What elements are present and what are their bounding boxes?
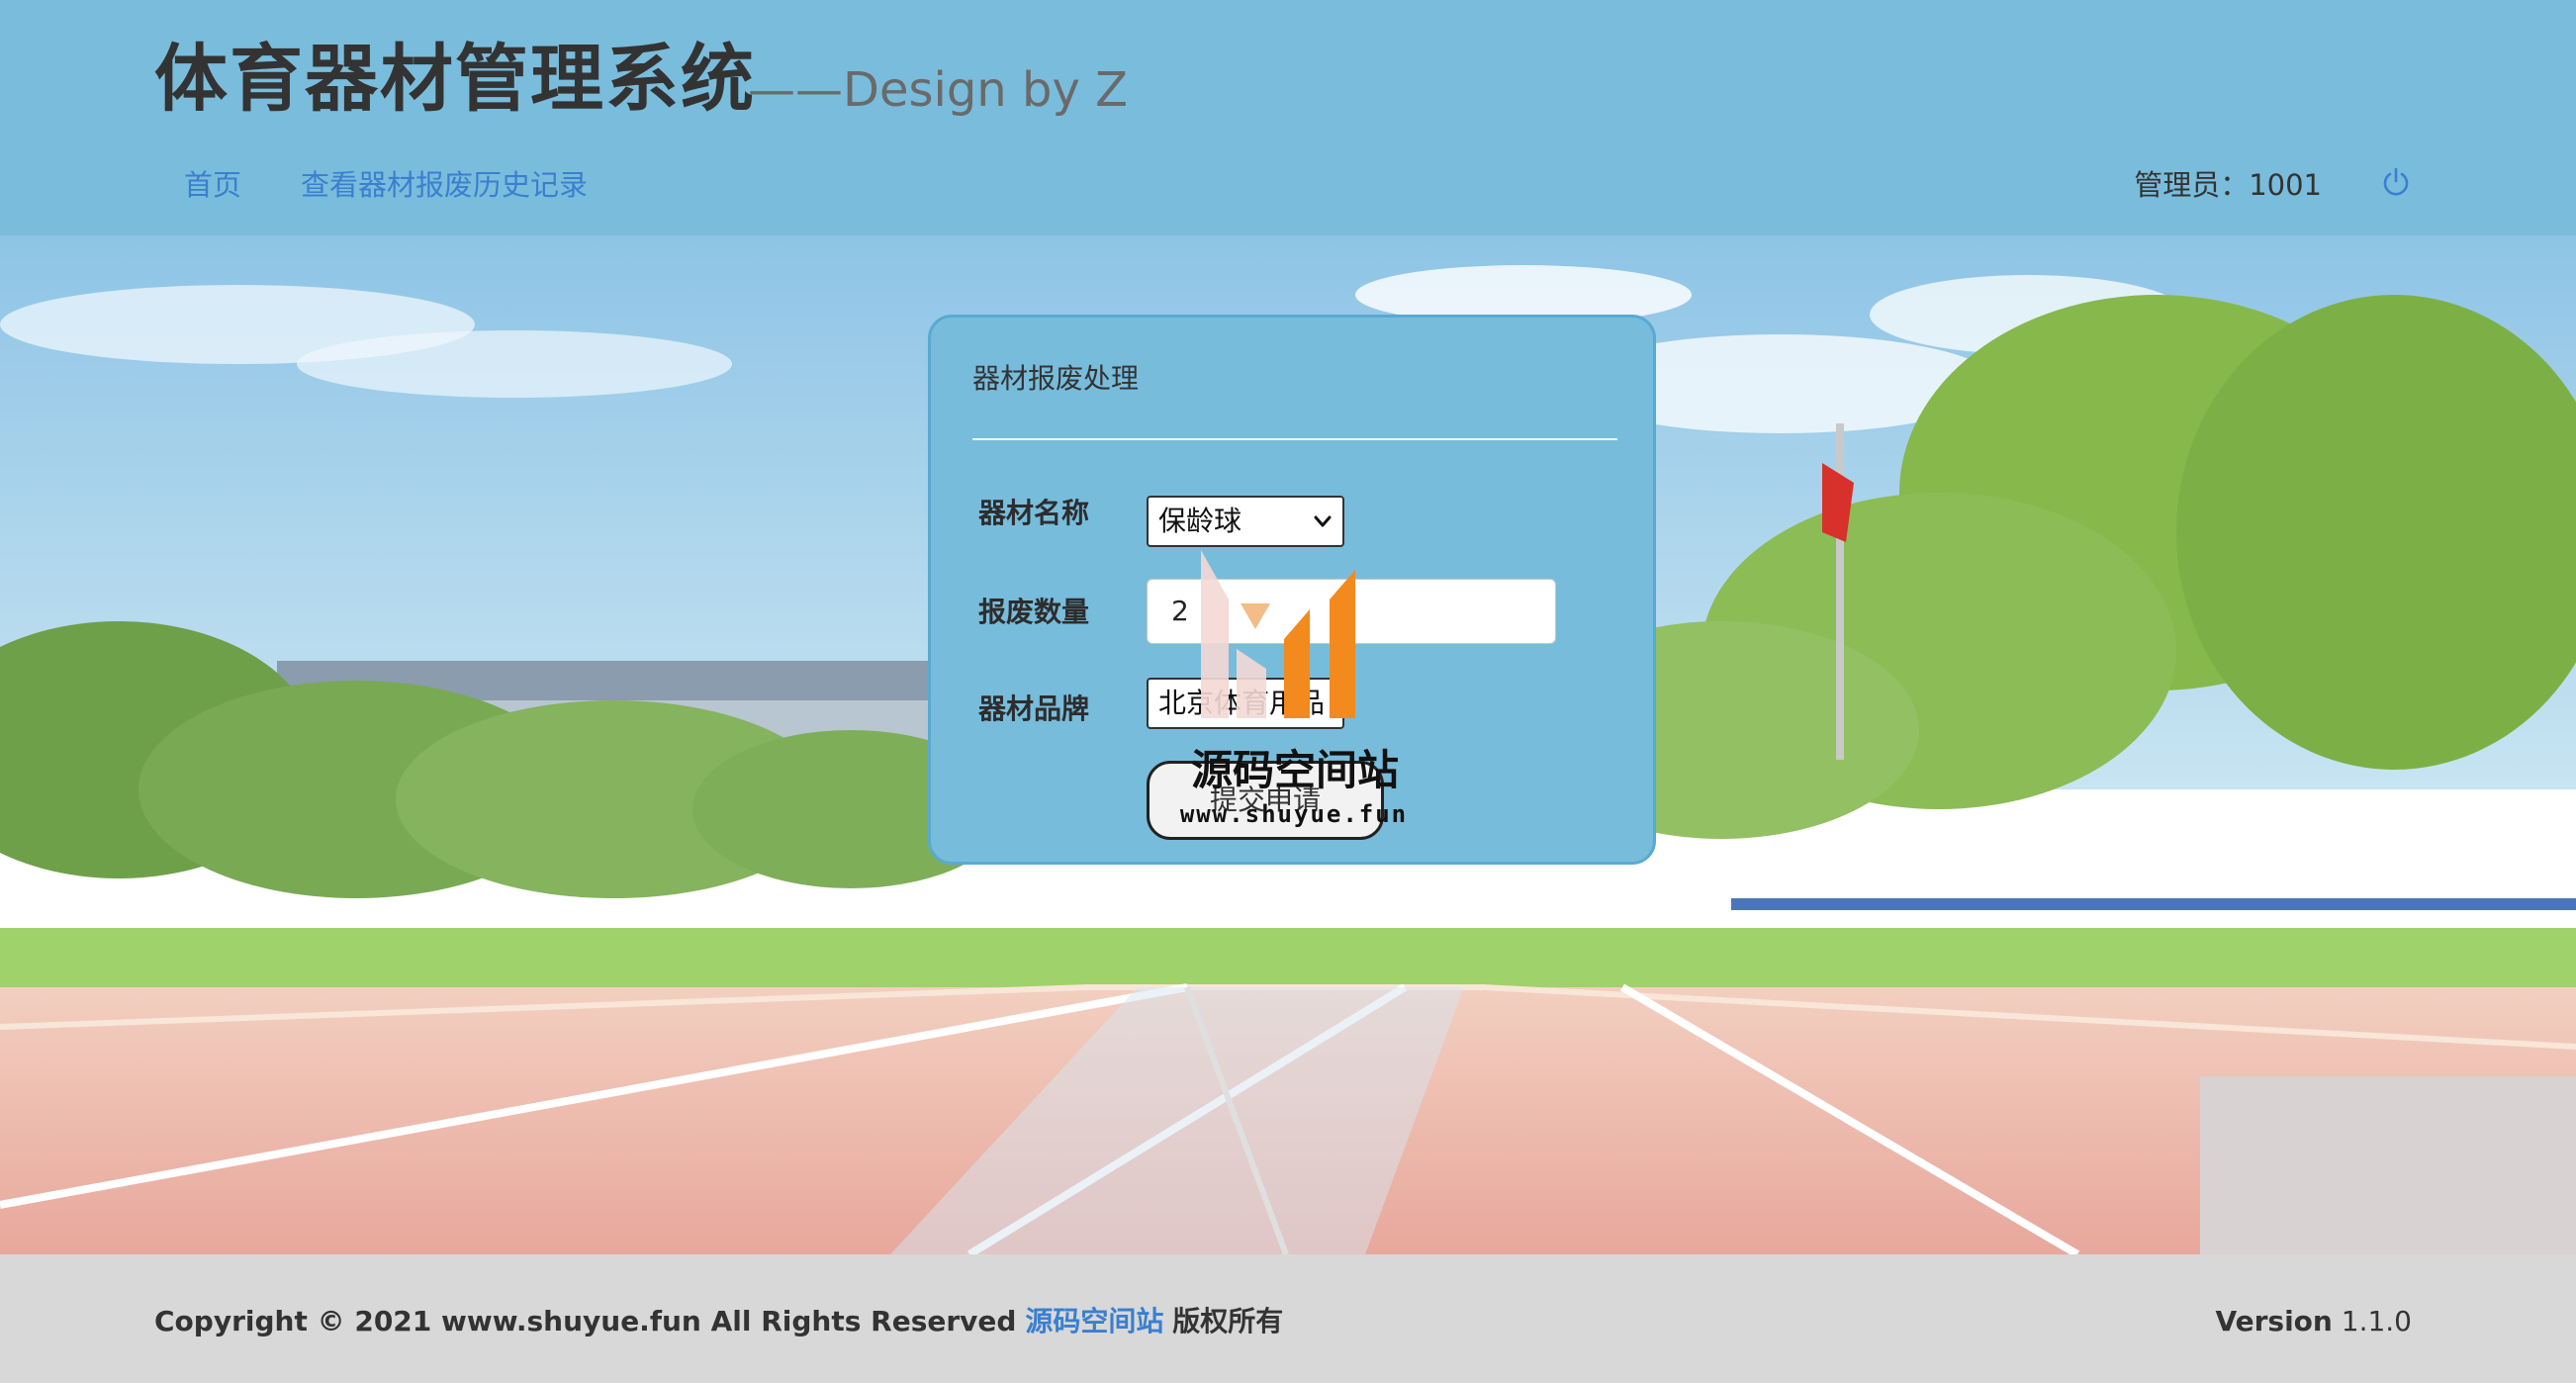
scrap-quantity-input[interactable]: 2 [1147,579,1556,644]
version-block: Version 1.1.0 [2215,1302,2412,1341]
footer-copyright-block: Copyright © 2021 www.shuyue.fun All Righ… [154,1302,1283,1341]
equipment-brand-label: 器材品牌 [978,692,1090,725]
footer-site-link[interactable]: 源码空间站 [1025,1305,1163,1337]
panel-title: 器材报废处理 [972,362,1140,395]
header: 体育器材管理系统 ——Design by Z 首页 查看器材报废历史记录 管理员… [0,0,2576,235]
nav-scrap-history-link[interactable]: 查看器材报废历史记录 [301,160,588,210]
equipment-name-select[interactable]: 保龄球 [1147,496,1344,547]
scrap-form-panel: 器材报废处理 器材名称 保龄球 报废数量 2 器材品牌 北京体育用品 提交申请 [928,315,1656,865]
equipment-name-label: 器材名称 [978,497,1090,529]
panel-divider [972,438,1617,440]
copyright-text: Copyright © 2021 www.shuyue.fun All Righ… [154,1305,1017,1337]
power-icon[interactable] [2380,166,2412,198]
rights-text: 版权所有 [1172,1305,1284,1337]
app-title: 体育器材管理系统 [154,37,756,122]
version-value: 1.1.0 [2341,1305,2412,1337]
chevron-down-icon [1314,515,1332,527]
version-label: Version [2215,1305,2333,1337]
equipment-brand-input[interactable]: 北京体育用品 [1147,678,1344,729]
nav-home-link[interactable]: 首页 [184,160,241,210]
admin-label: 管理员：1001 [2134,168,2322,202]
scrap-quantity-label: 报废数量 [978,596,1090,628]
footer: Copyright © 2021 www.shuyue.fun All Righ… [0,1254,2576,1383]
submit-button[interactable]: 提交申请 [1147,761,1384,840]
equipment-name-value: 保龄球 [1158,505,1242,537]
top-nav: 首页 查看器材报废历史记录 [184,160,588,210]
app-subtitle: ——Design by Z [748,62,1128,118]
